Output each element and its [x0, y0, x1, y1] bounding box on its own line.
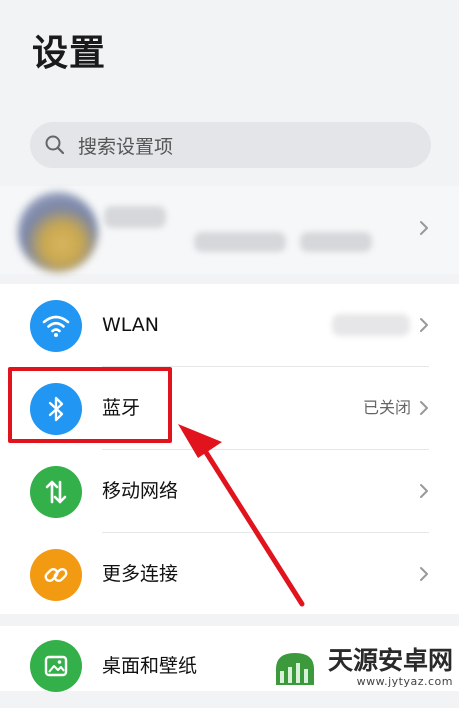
chevron-right-icon — [420, 401, 428, 415]
wifi-icon — [30, 300, 82, 352]
settings-item-wlan[interactable]: WLAN — [0, 284, 459, 366]
settings-item-label: 更多连接 — [102, 563, 179, 585]
settings-item-more-connections[interactable]: 更多连接 — [0, 533, 459, 615]
link-icon — [30, 549, 82, 601]
chevron-right-icon — [420, 484, 428, 498]
search-placeholder: 搜索设置项 — [78, 135, 174, 158]
blurred-wlan-name — [332, 314, 410, 336]
chevron-right-icon — [420, 567, 428, 581]
settings-item-mobile-network[interactable]: 移动网络 — [0, 450, 459, 532]
mobile-data-icon — [30, 466, 82, 518]
account-card[interactable] — [0, 186, 459, 274]
page-title: 设置 — [32, 33, 107, 74]
wallpaper-icon — [30, 640, 82, 692]
highlight-box — [8, 367, 172, 443]
watermark-name: 天源安卓网 — [327, 645, 453, 675]
settings-item-label: WLAN — [102, 314, 160, 336]
blurred-account-info-2 — [300, 232, 372, 252]
connectivity-card: WLAN 蓝牙 已关闭 移动网络 更多连接 — [0, 284, 459, 614]
watermark: 天源安卓网 www.jytyaz.com — [268, 645, 453, 689]
blurred-account-info — [194, 232, 286, 252]
settings-item-label: 移动网络 — [102, 480, 179, 502]
search-bar[interactable]: 搜索设置项 — [30, 122, 431, 168]
blurred-account-name — [104, 206, 166, 228]
watermark-url: www.jytyaz.com — [356, 674, 453, 688]
search-icon — [45, 135, 65, 155]
chevron-right-icon — [420, 221, 428, 235]
bluetooth-status: 已关闭 — [362, 398, 411, 417]
settings-item-label: 桌面和壁纸 — [102, 655, 198, 677]
avatar — [18, 192, 98, 272]
android-logo-icon — [275, 653, 314, 685]
chevron-right-icon — [420, 318, 428, 332]
